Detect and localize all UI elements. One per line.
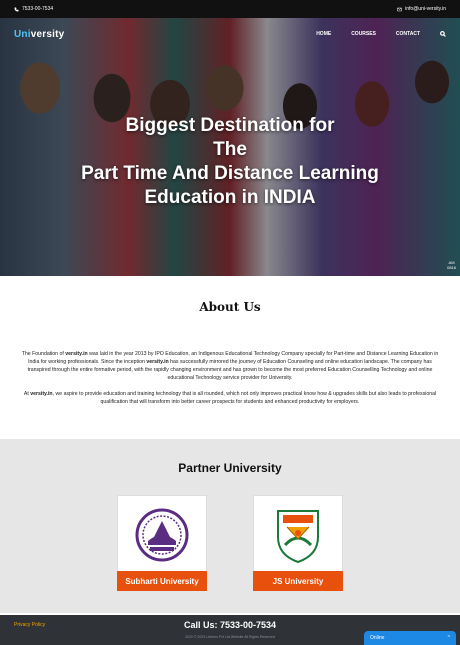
partner-name-subharti: Subharti University <box>117 571 207 591</box>
partner-title: Partner University <box>178 461 282 475</box>
chevron-up-icon[interactable]: ^ <box>448 635 450 641</box>
mail-icon <box>397 7 402 11</box>
chat-widget[interactable]: Online ^ <box>364 631 456 645</box>
js-university-crest-icon <box>277 510 319 564</box>
nav-contact[interactable]: CONTACT <box>396 31 420 37</box>
partner-card-js[interactable]: JS University <box>253 495 343 591</box>
phone-number: 7533-00-7534 <box>22 6 54 12</box>
footer-call[interactable]: Call Us: 7533-00-7534 <box>0 620 460 630</box>
phone-icon <box>14 7 19 11</box>
email-contact[interactable]: info@uni-versity.in <box>397 6 446 12</box>
about-section: About Us The Foundation of versity.in wa… <box>0 276 460 439</box>
subharti-emblem-icon <box>135 508 189 562</box>
phone-contact[interactable]: 7533-00-7534 <box>14 6 53 12</box>
partner-card-subharti[interactable]: Subharti University <box>117 495 207 591</box>
about-paragraph-1: The Foundation of versity.in was laid in… <box>21 351 439 381</box>
nav-courses[interactable]: COURSES <box>351 31 376 37</box>
about-paragraph-2: At versity.in, we aspire to provide educ… <box>23 391 437 405</box>
main-nav: University HOME COURSES CONTACT <box>0 18 460 50</box>
nav-menu: HOME COURSES CONTACT <box>316 31 446 37</box>
top-bar: 7533-00-7534 info@uni-versity.in <box>0 0 460 18</box>
hero-banner: University HOME COURSES CONTACT Biggest … <box>0 18 460 276</box>
about-title: About Us <box>199 300 261 314</box>
site-logo[interactable]: University <box>14 29 64 40</box>
chat-label: Online <box>370 635 385 641</box>
email-address: info@uni-versity.in <box>405 6 446 12</box>
search-icon[interactable] <box>440 31 446 37</box>
partner-section: Partner University Subharti University J… <box>0 439 460 613</box>
hero-headline: Biggest Destination for The Part Time An… <box>81 115 379 208</box>
partner-name-js: JS University <box>253 571 343 591</box>
nav-home[interactable]: HOME <box>316 31 331 37</box>
hero-badge: AM 0816 <box>447 260 456 270</box>
